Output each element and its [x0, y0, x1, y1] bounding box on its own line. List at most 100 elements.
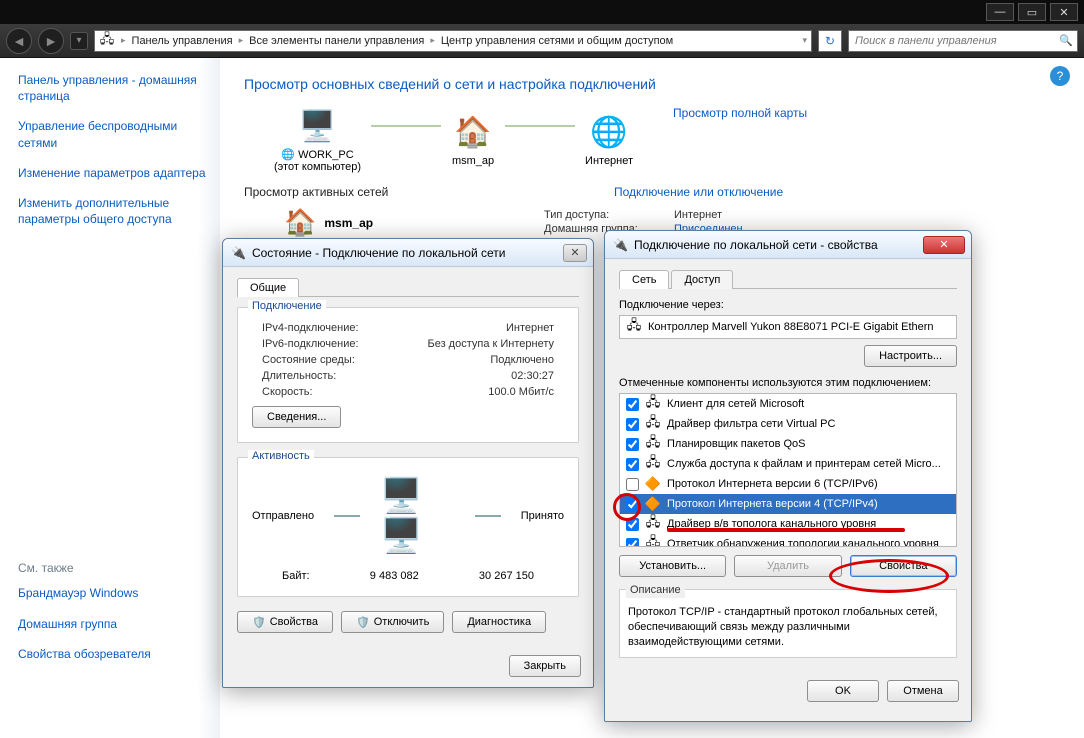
component-item[interactable]: 🖧Драйвер в/в тополога канального уровня [620, 514, 956, 534]
network-connection-line [371, 125, 441, 127]
component-item[interactable]: 🖧Планировщик пакетов QoS [620, 434, 956, 454]
shield-icon: 🛡️ [252, 616, 266, 629]
house-icon: 🏠 [451, 113, 495, 153]
window-maximize-button[interactable]: ▭ [1018, 3, 1046, 21]
component-item[interactable]: 🖧Служба доступа к файлам и принтерам сет… [620, 454, 956, 474]
page-title: Просмотр основных сведений о сети и наст… [244, 76, 1060, 92]
dialog-titlebar[interactable]: 🔌 Состояние - Подключение по локальной с… [223, 239, 593, 267]
component-item[interactable]: 🖧 Драйвер фильтра сети Virtual PC [620, 414, 956, 434]
breadcrumb-item[interactable]: Панель управления [132, 35, 233, 47]
component-label: Ответчик обнаружения топологии канальног… [667, 538, 939, 547]
chevron-down-icon[interactable]: ▾ [802, 35, 807, 46]
sidebar-link-firewall[interactable]: Брандмауэр Windows [18, 585, 210, 601]
component-icon: 🖧 [645, 436, 661, 452]
tab-network[interactable]: Сеть [619, 270, 669, 289]
pc-name: WORK_PC [298, 149, 354, 161]
network-icon: 🔌 [231, 246, 246, 260]
connect-disconnect-link[interactable]: Подключение или отключение [614, 185, 783, 199]
tab-access[interactable]: Доступ [671, 270, 733, 289]
tab-general[interactable]: Общие [237, 278, 299, 297]
component-checkbox[interactable] [626, 398, 639, 411]
window-minimize-button[interactable]: — [986, 3, 1014, 21]
configure-button[interactable]: Настроить... [864, 345, 957, 367]
component-label: Протокол Интернета версии 4 (TCP/IPv4) [667, 498, 878, 510]
component-checkbox[interactable] [626, 458, 639, 471]
access-type-value: Интернет [674, 209, 722, 221]
sidebar-link-homegroup[interactable]: Домашняя группа [18, 616, 210, 632]
component-label: Драйвер в/в тополога канального уровня [667, 518, 876, 530]
component-checkbox[interactable] [626, 478, 639, 491]
close-button[interactable]: Закрыть [509, 655, 581, 677]
dialog-titlebar[interactable]: 🔌 Подключение по локальной сети - свойст… [605, 231, 971, 259]
breadcrumb-item[interactable]: Все элементы панели управления [249, 35, 424, 47]
component-checkbox[interactable] [626, 418, 639, 431]
ok-button[interactable]: OK [807, 680, 879, 702]
component-label: Протокол Интернета версии 6 (TCP/IPv6) [667, 478, 878, 490]
component-item[interactable]: 🖧Клиент для сетей Microsoft [620, 394, 956, 414]
chevron-right-icon: ▸ [430, 35, 435, 46]
component-item[interactable]: 🔶 Протокол Интернета версии 4 (TCP/IPv4) [620, 494, 956, 514]
diagnostics-button[interactable]: Диагностика [452, 611, 546, 633]
install-button[interactable]: Установить... [619, 555, 726, 577]
description-legend: Описание [626, 583, 685, 598]
view-full-map-link[interactable]: Просмотр полной карты [673, 106, 807, 120]
house-icon: 🏠 [284, 207, 316, 238]
component-checkbox[interactable] [626, 538, 639, 548]
chevron-right-icon: ▸ [121, 35, 126, 46]
activity-line [475, 515, 501, 517]
network-node-router: 🏠 msm_ap [451, 113, 495, 167]
dialog-title: Состояние - Подключение по локальной сет… [252, 246, 506, 260]
pc-subtitle: (этот компьютер) [274, 161, 361, 173]
component-item[interactable]: 🔶Протокол Интернета версии 6 (TCP/IPv6) [620, 474, 956, 494]
dialog-close-button[interactable]: ✕ [923, 236, 965, 254]
address-bar[interactable]: 🖧 ▸ Панель управления ▸ Все элементы пан… [94, 30, 812, 52]
components-label: Отмеченные компоненты используются этим … [619, 377, 957, 389]
sent-label: Отправлено [252, 510, 314, 522]
component-icon: 🖧 [645, 536, 661, 547]
search-box[interactable]: 🔍 [848, 30, 1078, 52]
component-label: Драйвер фильтра сети Virtual PC [667, 418, 835, 430]
nav-history-dropdown[interactable]: ▾ [70, 32, 88, 50]
component-label: Служба доступа к файлам и принтерам сете… [667, 458, 941, 470]
network-connection-line [505, 125, 575, 127]
nav-forward-button[interactable]: ► [38, 28, 64, 54]
item-properties-button[interactable]: Свойства [850, 555, 957, 577]
window-close-button[interactable]: ✕ [1050, 3, 1078, 21]
disable-button[interactable]: 🛡️Отключить [341, 611, 444, 633]
component-checkbox[interactable] [626, 438, 639, 451]
sidebar-link-home[interactable]: Панель управления - домашняя страница [18, 72, 210, 104]
computer-icon: 🖥️ [296, 106, 340, 146]
nav-back-button[interactable]: ◄ [6, 28, 32, 54]
main-content: Панель управления - домашняя страница Уп… [0, 58, 1084, 738]
network-node-this-pc: 🖥️ 🌐 WORK_PC (этот компьютер) [274, 106, 361, 173]
sidebar-link-adapter-settings[interactable]: Изменение параметров адаптера [18, 165, 210, 181]
component-icon: 🖧 [645, 416, 661, 432]
details-button[interactable]: Сведения... [252, 406, 341, 428]
breadcrumb-item[interactable]: Центр управления сетями и общим доступом [441, 35, 673, 47]
sidebar-link-internet-options[interactable]: Свойства обозревателя [18, 646, 210, 662]
sidebar-link-wireless[interactable]: Управление беспроводными сетями [18, 118, 210, 150]
refresh-button[interactable]: ↻ [818, 30, 842, 52]
activity-groupbox: Активность Отправлено 🖥️🖥️ Принято Байт:… [237, 457, 579, 597]
description-text: Протокол TCP/IP - стандартный протокол г… [628, 605, 948, 650]
sidebar-see-also-header: См. также [18, 561, 210, 575]
properties-button[interactable]: 🛡️Свойства [237, 611, 333, 633]
explorer-navbar: ◄ ► ▾ 🖧 ▸ Панель управления ▸ Все элемен… [0, 24, 1084, 58]
groupbox-legend: Активность [248, 450, 314, 462]
dialog-close-button[interactable]: ✕ [563, 244, 587, 262]
connection-groupbox: Подключение IPv4-подключение:Интернет IP… [237, 307, 579, 443]
component-icon: 🔶 [645, 496, 661, 512]
tab-strip: Общие [237, 277, 579, 297]
ipv4-value: Интернет [506, 322, 554, 334]
search-icon: 🔍 [1059, 34, 1073, 47]
search-input[interactable] [853, 34, 1059, 48]
bytes-sent-value: 9 483 082 [370, 570, 419, 582]
components-listbox[interactable]: 🖧Клиент для сетей Microsoft 🖧 Драйвер филь… [619, 393, 957, 547]
access-type-label: Тип доступа: [544, 209, 674, 221]
component-checkbox[interactable] [626, 498, 639, 511]
cancel-button[interactable]: Отмена [887, 680, 959, 702]
sidebar-link-sharing-settings[interactable]: Изменить дополнительные параметры общего… [18, 195, 210, 227]
component-item[interactable]: 🖧 Ответчик обнаружения топологии канально… [620, 534, 956, 547]
help-icon[interactable]: ? [1050, 66, 1070, 86]
component-checkbox[interactable] [626, 518, 639, 531]
